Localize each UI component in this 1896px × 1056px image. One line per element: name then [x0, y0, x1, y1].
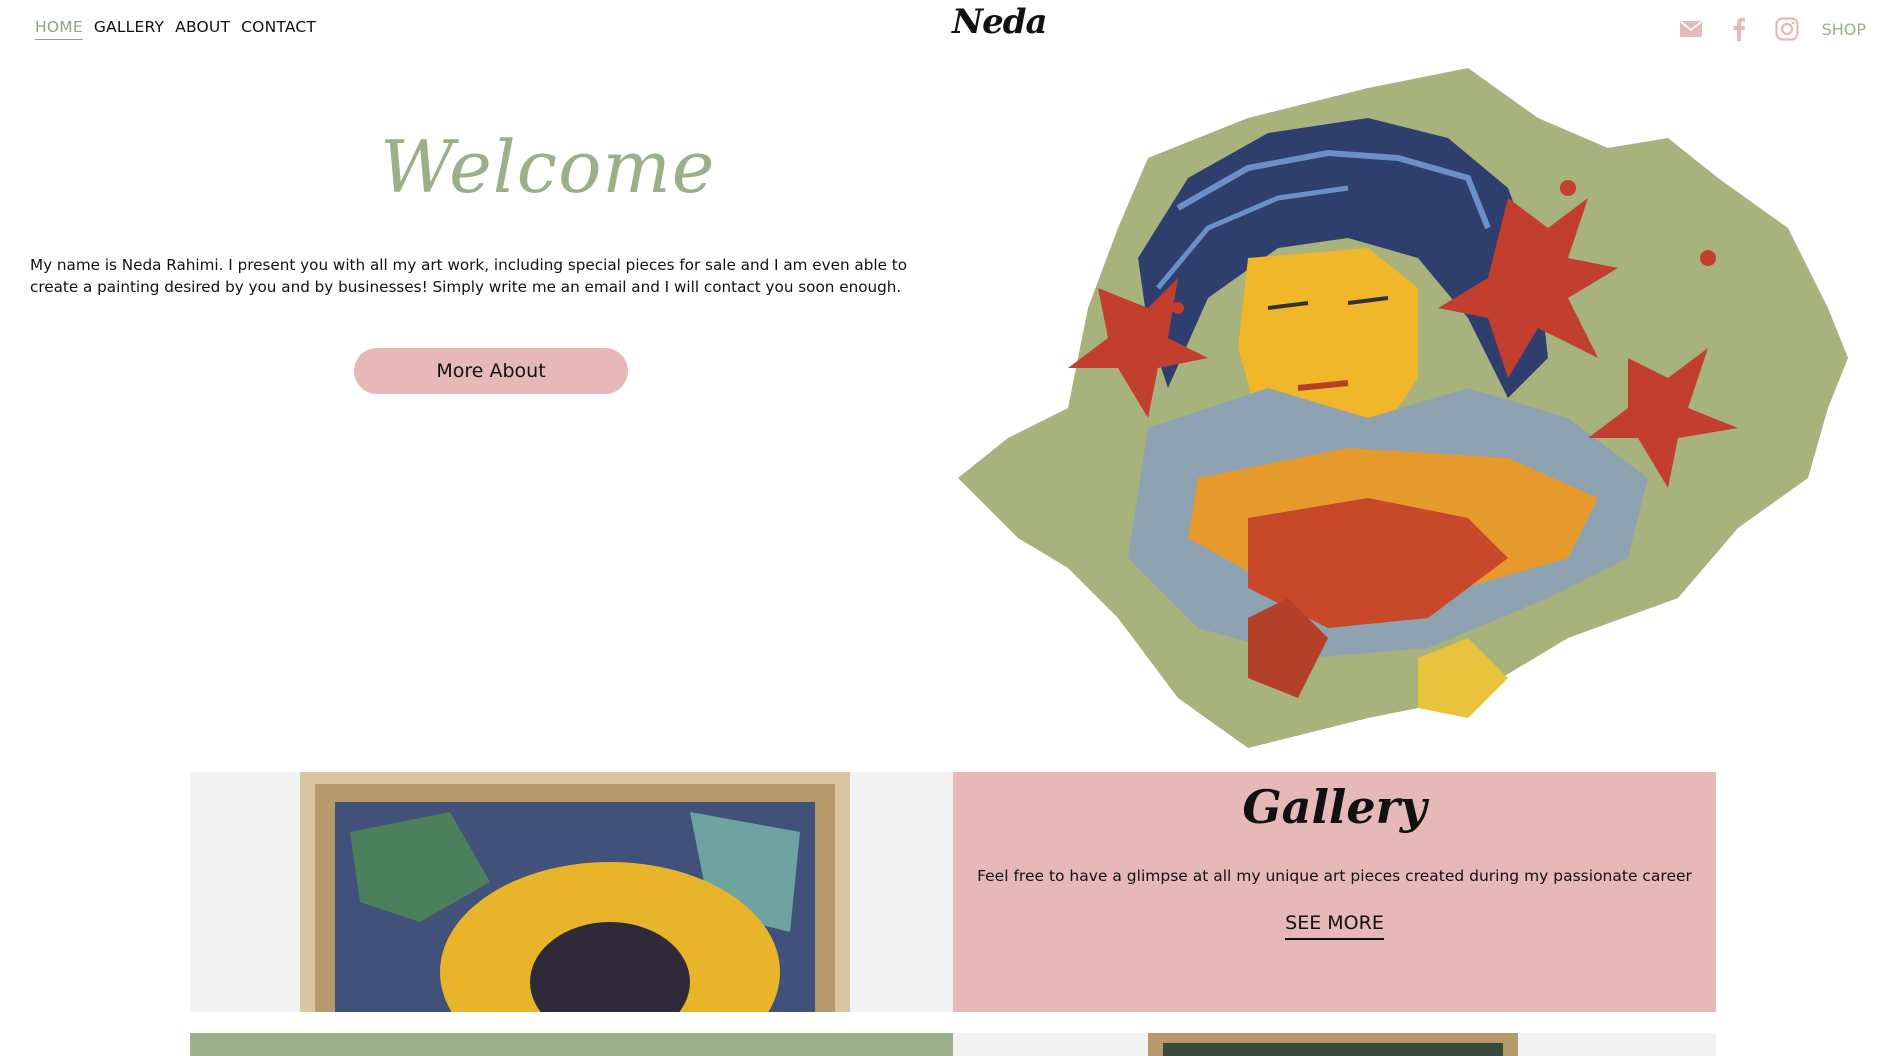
sunflower-painting-image — [300, 772, 850, 1012]
mail-icon[interactable] — [1678, 16, 1704, 42]
gallery-info-card: Gallery Feel free to have a glimpse at a… — [953, 772, 1716, 1012]
see-more-wrapper: SEE MORE — [953, 912, 1716, 940]
nav-home[interactable]: HOME — [35, 18, 83, 40]
main-nav: HOME GALLERY ABOUT CONTACT — [35, 18, 316, 40]
gallery-preview-image[interactable] — [190, 772, 953, 1012]
intro-text: My name is Neda Rahimi. I present you wi… — [30, 256, 907, 296]
facebook-icon[interactable] — [1726, 16, 1752, 42]
framed-painting-image — [1148, 1033, 1518, 1056]
hero-painting-image — [958, 68, 1848, 748]
gallery-heading: Gallery — [1242, 780, 1427, 834]
social-links: SHOP — [1678, 16, 1866, 42]
shop-link[interactable]: SHOP — [1822, 20, 1866, 39]
site-logo[interactable]: Neda — [952, 2, 1048, 42]
next-section-card — [190, 1033, 953, 1056]
nav-about[interactable]: ABOUT — [175, 18, 230, 40]
see-more-link[interactable]: SEE MORE — [1285, 912, 1384, 940]
more-about-button[interactable]: More About — [354, 348, 628, 394]
page: HOME GALLERY ABOUT CONTACT Neda SHOP Wel… — [0, 0, 1896, 1056]
gallery-description: Feel free to have a glimpse at all my un… — [977, 867, 1692, 885]
welcome-heading: Welcome — [380, 125, 716, 209]
nav-gallery[interactable]: GALLERY — [94, 18, 164, 40]
nav-contact[interactable]: CONTACT — [241, 18, 316, 40]
instagram-icon[interactable] — [1774, 16, 1800, 42]
next-section-image — [953, 1033, 1716, 1056]
